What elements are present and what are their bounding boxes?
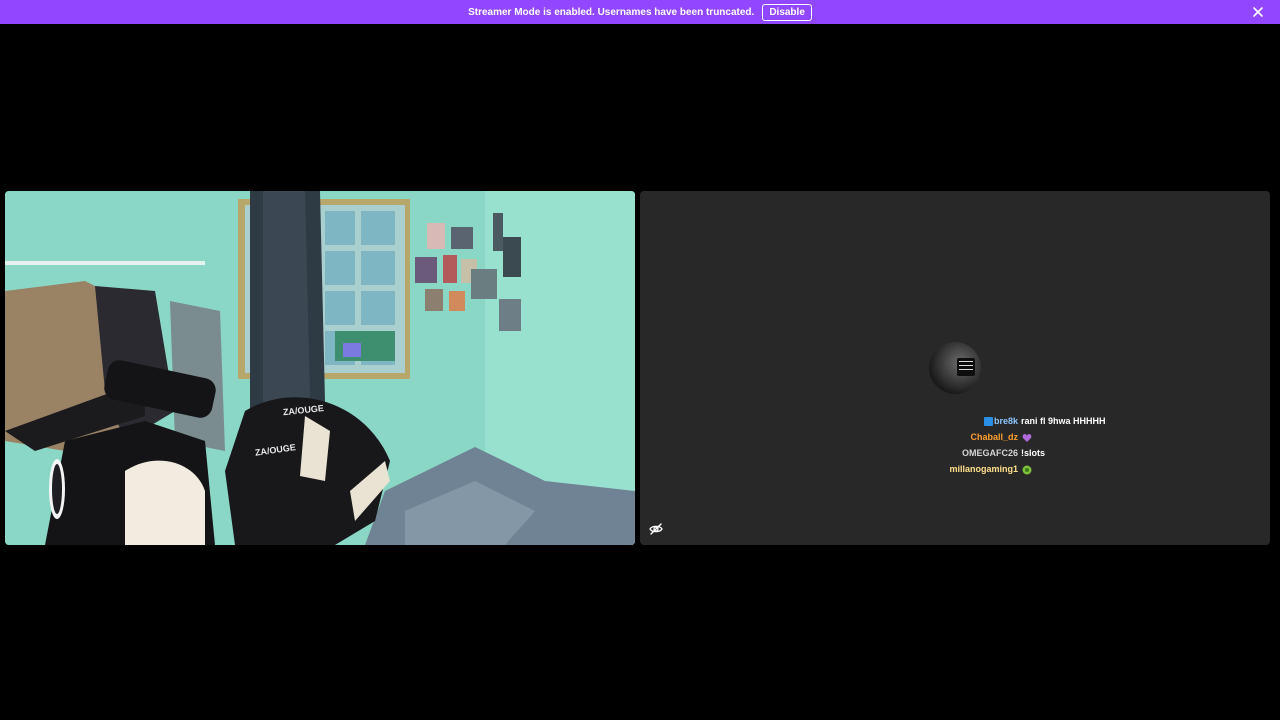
chat-username[interactable]: Chaball_dz — [970, 429, 1018, 445]
chat-overlay-panel: bre8k rani fl 9hwa HHHHH Chaball_dz OMEG… — [640, 191, 1270, 545]
chat-username[interactable]: OMEGAFC26 — [962, 445, 1018, 461]
green-emote-icon — [1022, 464, 1032, 475]
webcam-video[interactable]: ZA/OUGE ZA/OUGE — [5, 191, 635, 545]
chat-message: Chaball_dz — [930, 429, 1230, 445]
chat-message: millanogaming1 — [930, 461, 1230, 477]
chat-text: rani fl 9hwa HHHHH — [1021, 416, 1106, 426]
chat-message: bre8k rani fl 9hwa HHHHH — [930, 413, 1230, 429]
chat-text: !slots — [1021, 448, 1046, 458]
chat-message: OMEGAFC26 !slots — [930, 445, 1230, 461]
disable-streamer-mode-button[interactable]: Disable — [762, 3, 812, 21]
avatar — [929, 342, 981, 394]
streamer-mode-banner: Streamer Mode is enabled. Usernames have… — [0, 0, 1280, 24]
chat-username[interactable]: millanogaming1 — [949, 461, 1018, 477]
chat-username[interactable]: bre8k — [983, 413, 1018, 429]
banner-message: Streamer Mode is enabled. Usernames have… — [468, 6, 755, 18]
sub-badge-icon — [983, 416, 993, 426]
close-icon[interactable] — [1250, 4, 1266, 20]
chat-message-list: bre8k rani fl 9hwa HHHHH Chaball_dz OMEG… — [930, 413, 1230, 477]
eye-off-icon[interactable] — [648, 521, 664, 537]
heart-emote-icon — [1022, 432, 1032, 442]
